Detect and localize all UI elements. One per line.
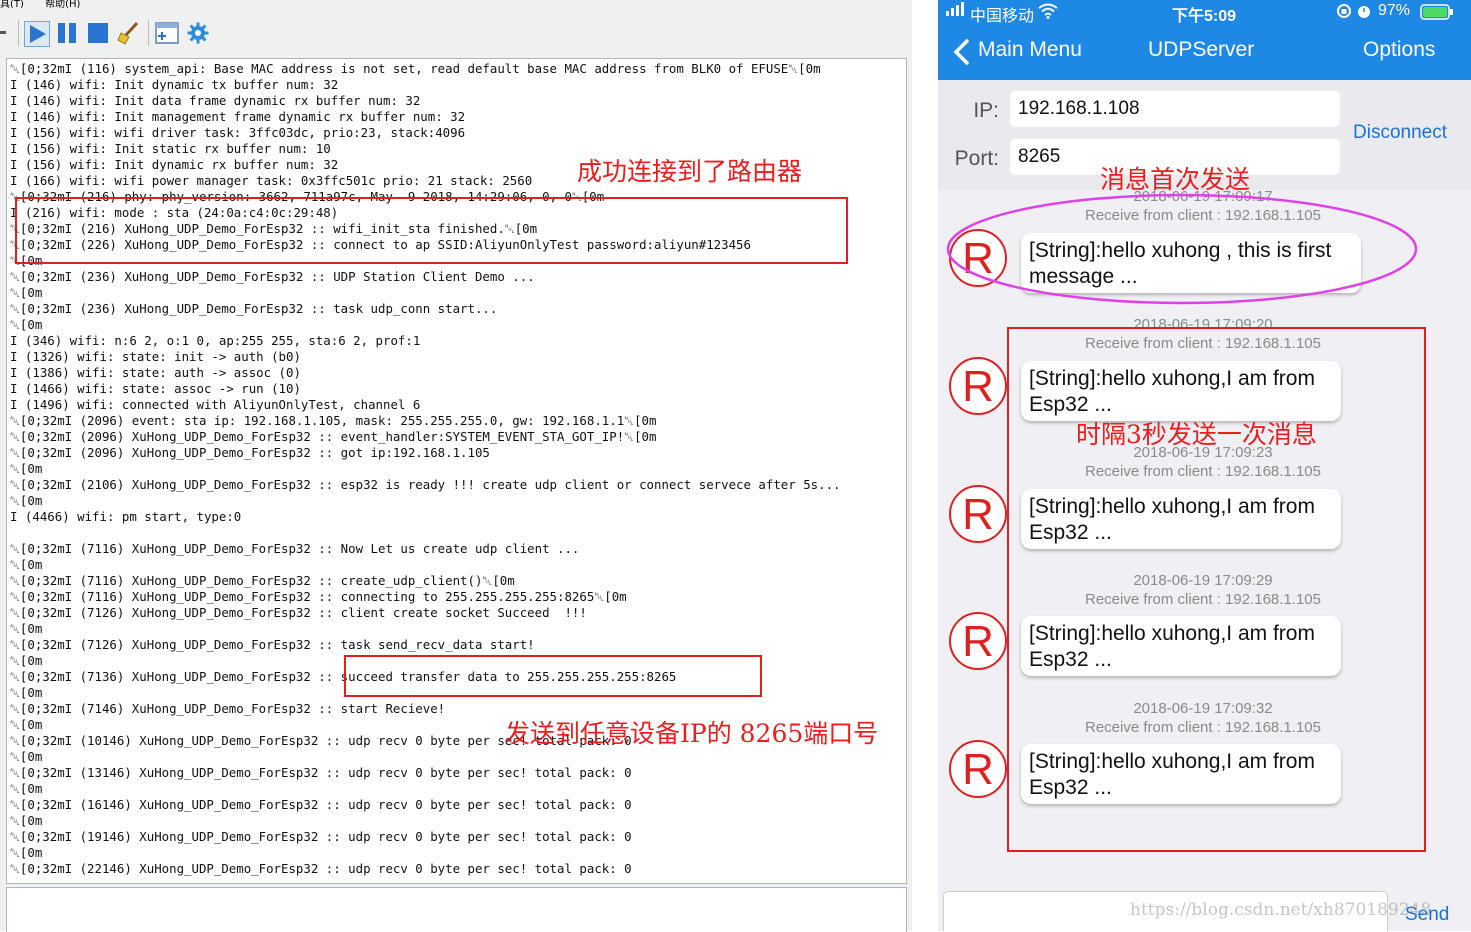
add-window-icon[interactable] [155, 21, 179, 45]
play-icon[interactable] [24, 21, 50, 47]
menu-bar: 具(T) 帮助(H) [0, 0, 912, 10]
console-line: I (146) wifi: Init management frame dyna… [10, 109, 466, 124]
console-line: ␀[0m [10, 621, 43, 636]
console-line: I (156) wifi: Init dynamic rx buffer num… [10, 157, 339, 172]
console-line: ␀[0m [10, 557, 43, 572]
console-line: ␀[0;32mI (22146) XuHong_UDP_Demo_ForEsp3… [10, 861, 632, 876]
broom-icon[interactable] [117, 21, 141, 45]
annotation-interval: 时隔3秒发送一次消息 [1076, 420, 1317, 449]
console-line: I (4466) wifi: pm start, type:0 [10, 509, 242, 524]
toolbar-separator [148, 20, 149, 46]
console-line: ␀[0;32mI (2096) event: sta ip: 192.168.1… [10, 413, 657, 428]
console-line: ␀[0m [10, 749, 43, 764]
annotation-send-any-ip: 发送到任意设备IP的 8265端口号 [505, 719, 879, 748]
console-line: ␀[0;32mI (236) XuHong_UDP_Demo_ForEsp32 … [10, 301, 498, 316]
disconnect-button[interactable]: Disconnect [1353, 122, 1447, 144]
alarm-icon [1356, 3, 1372, 24]
toolbar-handle-icon [0, 21, 8, 45]
console-line: ␀[0;32mI (13146) XuHong_UDP_Demo_ForEsp3… [10, 765, 632, 780]
navigation-bar: Main Menu UDPServer Options [938, 24, 1471, 80]
console-line: I (1326) wifi: state: init -> auth (b0) [10, 349, 301, 364]
console-line: ␀[0m [10, 717, 43, 732]
console-line: I (146) wifi: Init data frame dynamic rx… [10, 93, 421, 108]
console-line: ␀[0m [10, 685, 43, 700]
console-line: I (146) wifi: Init dynamic tx buffer num… [10, 77, 339, 92]
back-button-main-menu[interactable]: Main Menu [978, 38, 1082, 62]
console-line: ␀[0;32mI (7126) XuHong_UDP_Demo_ForEsp32… [10, 637, 535, 652]
battery-icon [1420, 4, 1454, 25]
console-input[interactable] [6, 887, 907, 932]
ip-label: IP: [973, 99, 999, 122]
console-line: ␀[0;32mI (2096) XuHong_UDP_Demo_ForEsp32… [10, 429, 657, 444]
wifi-icon [1038, 3, 1058, 24]
chevron-left-icon[interactable] [953, 38, 971, 71]
console-line: ␀[0;32mI (7126) XuHong_UDP_Demo_ForEsp32… [10, 605, 587, 620]
console-line: ␀[0;32mI (19146) XuHong_UDP_Demo_ForEsp3… [10, 829, 632, 844]
port-label: Port: [954, 147, 999, 170]
annotation-router-connected: 成功连接到了路由器 [577, 157, 803, 186]
console-line: I (346) wifi: n:6 2, o:1 0, ap:255 255, … [10, 333, 421, 348]
console-line: ␀[0;32mI (7116) XuHong_UDP_Demo_ForEsp32… [10, 589, 627, 604]
router-connect-highlight-box [15, 197, 848, 264]
battery-percent: 97% [1378, 2, 1411, 19]
menu-item-tools[interactable]: 具(T) [0, 0, 24, 10]
status-bar: 中国移动 下午5:09 97% [938, 0, 1471, 25]
console-line: ␀[0;32mI (236) XuHong_UDP_Demo_ForEsp32 … [10, 269, 535, 284]
options-button[interactable]: Options [1363, 38, 1435, 62]
interval-messages-highlight-box [1007, 327, 1426, 852]
ip-input[interactable]: 192.168.1.108 [1010, 91, 1340, 127]
console-line: I (1386) wifi: state: auth -> assoc (0) [10, 365, 301, 380]
console-line: ␀[0m [10, 285, 43, 300]
console-line: ␀[0m [10, 653, 43, 668]
console-line: ␀[0m [10, 845, 43, 860]
console-line: ␀[0m [10, 493, 43, 508]
console-line: ␀[0m [10, 317, 43, 332]
console-line: ␀[0;32mI (7116) XuHong_UDP_Demo_ForEsp32… [10, 541, 580, 556]
serial-console-window: 具(T) 帮助(H) ␀[0;32mI (116) system_api: Ba… [0, 0, 912, 932]
nav-title: UDPServer [1148, 38, 1255, 61]
console-line: I (156) wifi: wifi driver task: 3ffc03dc… [10, 125, 466, 140]
console-line: ␀[0m [10, 461, 43, 476]
toolbar-separator [18, 20, 19, 46]
avatar: R [949, 485, 1007, 543]
menu-item-help[interactable]: 帮助(H) [45, 0, 80, 10]
avatar: R [949, 612, 1007, 670]
console-line: ␀[0m [10, 813, 43, 828]
gear-icon[interactable] [186, 21, 210, 45]
console-line: ␀[0m [10, 781, 43, 796]
console-line: ␀[0;32mI (2096) XuHong_UDP_Demo_ForEsp32… [10, 445, 490, 460]
watermark: https://blog.csdn.net/xh870189248 [1130, 900, 1432, 920]
avatar: R [949, 357, 1007, 415]
console-line: ␀[0;32mI (7116) XuHong_UDP_Demo_ForEsp32… [10, 573, 515, 588]
carrier-name: 中国移动 [970, 8, 1035, 25]
annotation-first-send: 消息首次发送 [1100, 165, 1251, 194]
signal-icon [946, 2, 966, 21]
console-line: ␀[0;32mI (7146) XuHong_UDP_Demo_ForEsp32… [10, 701, 446, 716]
rotation-lock-icon [1336, 3, 1352, 24]
console-line: ␀[0;32mI (116) system_api: Base MAC addr… [10, 61, 821, 76]
stop-icon[interactable] [86, 21, 110, 45]
first-message-highlight-ellipse [946, 193, 1418, 305]
console-line: I (166) wifi: wifi power manager task: 0… [10, 173, 533, 188]
toolbar [0, 16, 905, 50]
console-line: ␀[0;32mI (16146) XuHong_UDP_Demo_ForEsp3… [10, 797, 632, 812]
console-line: I (156) wifi: Init static rx buffer num:… [10, 141, 331, 156]
console-line: I (1466) wifi: state: assoc -> run (10) [10, 381, 301, 396]
console-line: ␀[0;32mI (2106) XuHong_UDP_Demo_ForEsp32… [10, 477, 841, 492]
console-line: I (1496) wifi: connected with AliyunOnly… [10, 397, 421, 412]
transfer-highlight-box [344, 655, 762, 697]
status-time: 下午5:09 [1172, 8, 1237, 25]
avatar: R [949, 740, 1007, 798]
pause-icon[interactable] [55, 21, 79, 45]
